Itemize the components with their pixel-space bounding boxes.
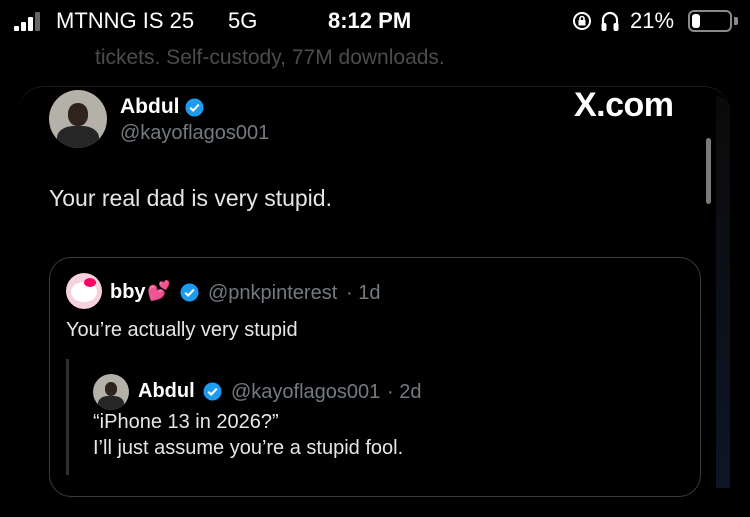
battery-icon <box>688 10 732 32</box>
quoted-author-emoji: 💕 <box>147 281 171 302</box>
battery-level <box>692 14 700 28</box>
verified-badge-icon <box>180 283 199 302</box>
author-name[interactable]: Abdul <box>120 95 179 119</box>
quoted-tweet-text: You’re actually very stupid <box>66 319 298 341</box>
battery-percent: 21% <box>630 8 675 33</box>
quoted-avatar[interactable] <box>66 273 102 309</box>
verified-badge-icon <box>203 382 222 401</box>
tweet-text: Your real dad is very stupid. <box>49 185 332 211</box>
status-bar: MTNNG IS 25 5G 8:12 PM 21% <box>0 0 750 42</box>
headphones-icon <box>601 11 619 31</box>
author-handle[interactable]: @kayoflagos001 <box>120 122 269 145</box>
scrollbar[interactable] <box>706 138 711 204</box>
quoted-timestamp: · 1d <box>346 282 381 304</box>
carrier-name: MTNNG IS 25 <box>56 8 195 33</box>
status-time: 8:12 PM <box>328 8 412 33</box>
quoted-author-handle[interactable]: @pnkpinterest <box>208 282 337 305</box>
nested-author-handle[interactable]: @kayoflagos001 <box>231 381 380 404</box>
card-edge <box>716 96 730 488</box>
verified-badge-icon <box>185 98 204 117</box>
battery-cap <box>734 17 738 25</box>
avatar[interactable] <box>49 90 107 148</box>
nested-author-name[interactable]: Abdul <box>138 380 195 403</box>
previous-post-text: tickets. Self-custody, 77M downloads. <box>95 46 445 69</box>
nested-timestamp: · 2d <box>387 381 422 403</box>
thread-line <box>66 359 69 475</box>
orientation-lock-icon <box>573 12 591 30</box>
quoted-author-name[interactable]: bby <box>110 281 146 304</box>
nested-tweet-text-line2: I’ll just assume you’re a stupid fool. <box>93 437 404 459</box>
network-type: 5G <box>228 8 258 33</box>
nested-avatar[interactable] <box>93 374 129 410</box>
nested-tweet-text-line1: “iPhone 13 in 2026?” <box>93 411 279 433</box>
x-logo: X.com <box>574 86 674 124</box>
